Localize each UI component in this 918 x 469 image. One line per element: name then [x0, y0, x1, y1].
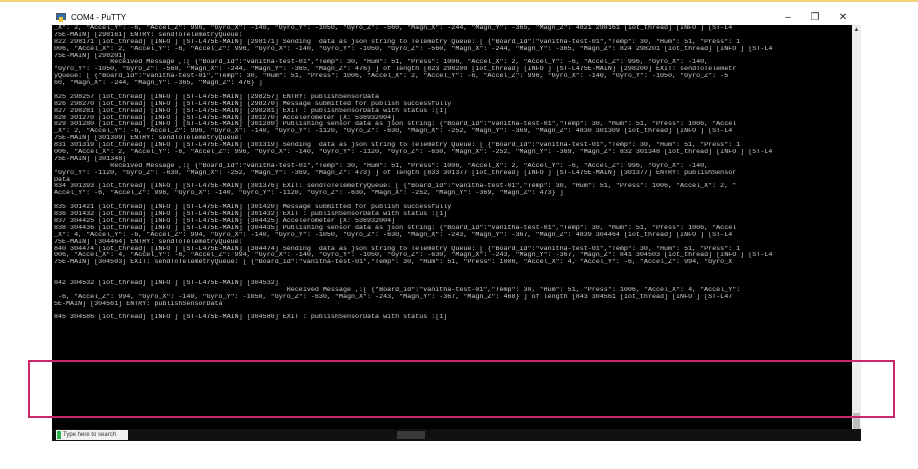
terminal-line: 826 298270 [iot_thread] [INFO ] [ST-L475… [54, 100, 452, 108]
terminal-line: 75E-MAIN] [301309] ENTRY: sendToTelemetr… [54, 135, 243, 143]
scroll-up-icon[interactable]: ▲ [852, 25, 861, 34]
terminal-line: Received Message ,:[ {"Board_id":"vanith… [54, 59, 709, 67]
terminal-line: 835 301421 [iot_thread] [INFO ] [ST-L475… [54, 204, 452, 212]
taskbar-search[interactable]: Type here to search [56, 430, 128, 440]
terminal-line: 838 304436 [iot_thread] [INFO ] [ST-L475… [54, 224, 737, 232]
terminal-line: 827 298281 [iot_thread] [INFO ] [ST-L475… [54, 107, 448, 115]
terminal-line: 834 301393 [iot_thread] [INFO ] [ST-L475… [54, 183, 737, 191]
terminal-line: 5E-MAIN] [304561] ENTRY: publishSensorDa… [54, 300, 223, 308]
terminal-line: 75E-MAIN] [298201] [54, 52, 127, 60]
putty-icon [56, 12, 67, 23]
terminal-line: 840 304474 [iot_thread] [INFO ] [ST-L475… [54, 245, 741, 253]
terminal-line: 828 301270 [iot_thread] [INFO ] [ST-L475… [54, 114, 396, 122]
terminal-line: 006, "Accel_X": 2, "Accel_Y": -6, "Accel… [54, 45, 773, 53]
maximize-button[interactable]: ❐ [802, 9, 828, 25]
terminal-line: _X": 2, "Accel_Y": -6, "Accel_Z": 996, "… [54, 128, 733, 136]
terminal-line: 60, "Magn_X": -244, "Magn_Y": -365, "Mag… [54, 80, 263, 88]
title-bar[interactable]: COM4 - PuTTY – ❐ ✕ [52, 9, 861, 25]
terminal-line: Received Message ,:[ {"Board_id":"vanith… [54, 286, 741, 294]
taskbar-app[interactable] [397, 431, 425, 439]
terminal-line: Accel_Y": -6, "Accel_Z": 996, "Gyro_X": … [54, 190, 564, 198]
cursor-marker [57, 431, 61, 439]
search-placeholder: Type here to search [63, 432, 117, 438]
terminal-line: 006, "Accel_X": 2, "Accel_Y": -6, "Accel… [54, 149, 773, 156]
terminal-line: 837 304425 [iot_thread] [INFO ] [ST-L475… [54, 217, 396, 225]
terminal-line: -6, "Accel_Z": 994, "Gyro_X": -140, "Gyr… [54, 293, 733, 301]
minimize-button[interactable]: – [775, 9, 801, 25]
terminal-line: 825 298257 [iot_thread] [INFO ] [ST-L475… [54, 93, 380, 101]
terminal-line: Data [54, 176, 71, 184]
terminal-line: 822 298171 [iot_thread] [INFO ] [ST-L475… [54, 38, 741, 46]
terminal-line: "Gyro_Y": -1050, "Gyro_Z": -560, "Magn_X… [54, 66, 737, 74]
terminal-line: 829 301280 [iot_thread] [INFO ] [ST-L475… [54, 121, 737, 129]
terminal-line: 75E-MAIN] [301348] [54, 155, 127, 163]
terminal-line: 006, "Accel_X": 4, "Accel_Y": -6, "Accel… [54, 252, 773, 260]
terminal-line: 75E-MAIN] [304503] EXIT: sendToTelemetry… [54, 259, 733, 267]
terminal-line: 845 304586 [iot_thread] [INFO ] [ST-L475… [54, 314, 448, 322]
terminal-line: 75E-MAIN] [304464] ENTRY: sendToTelemetr… [54, 238, 243, 246]
top-accent-line [0, 0, 918, 2]
terminal-line: "Gyro_Y": -1120, "Gyro_Z": -630, "Magn_X… [54, 169, 737, 177]
terminal-line: 831 301319 [iot_thread] [INFO ] [ST-L475… [54, 142, 741, 150]
highlight-annotation [28, 360, 895, 418]
close-button[interactable]: ✕ [830, 9, 856, 25]
terminal-line: 836 301432 [iot_thread] [INFO ] [ST-L475… [54, 211, 448, 218]
terminal-line: 842 304532 [iot_thread] [INFO ] [ST-L475… [54, 279, 279, 287]
taskbar: Type here to search [52, 429, 861, 441]
window-title: COM4 - PuTTY [71, 12, 127, 22]
terminal-line: 75E-MAIN] [298161] ENTRY: sendToTelemetr… [54, 31, 243, 39]
terminal-line: yQueue: [ {"Board_id":"vanitha-test-01",… [54, 73, 729, 81]
terminal-line: _X": 4, "Accel_Y": -6, "Accel_Z": 994, "… [54, 231, 733, 239]
terminal-line: Received Message ,:[ {"Board_id":"vanith… [54, 162, 709, 170]
terminal-line: _X": 2, "Accel_Y": -6, "Accel_Z": 996, "… [54, 25, 733, 32]
